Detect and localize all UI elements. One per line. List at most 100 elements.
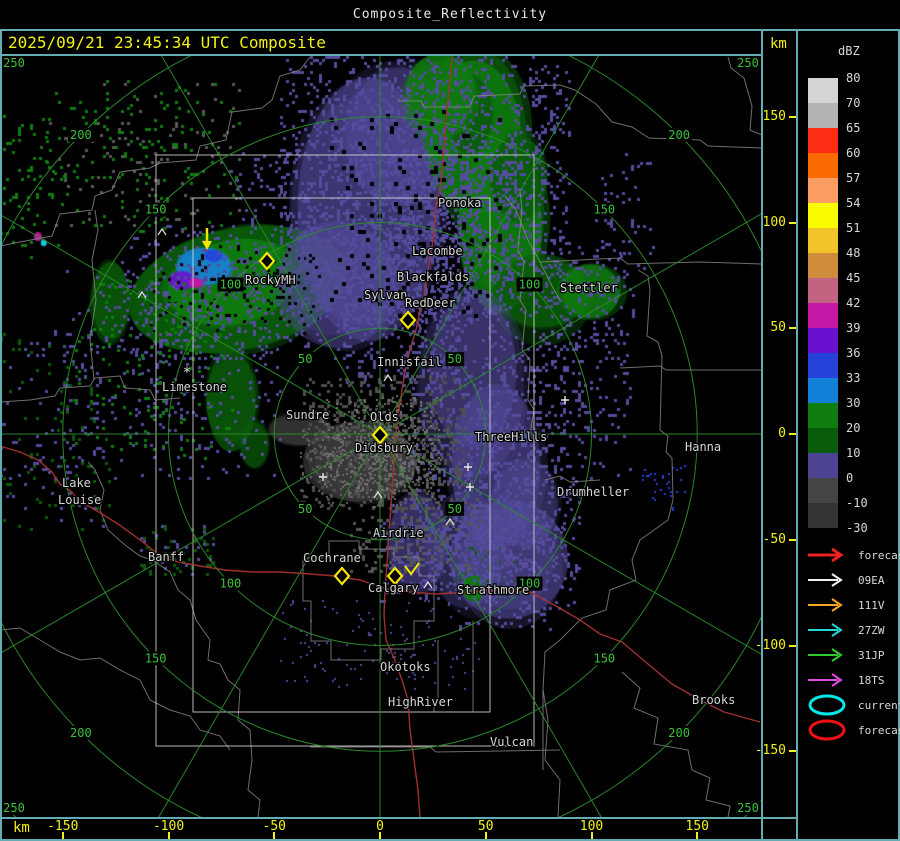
right-tick-mark — [789, 644, 796, 647]
city-label: Didsbury — [355, 441, 413, 455]
ring-distance-label: 250 — [3, 56, 25, 70]
city-label: Olds — [370, 410, 399, 424]
scale-swatch — [808, 428, 838, 453]
scale-value-label: 30 — [846, 396, 861, 410]
city-label: HighRiver — [388, 695, 453, 709]
site-diamond-marker[interactable] — [399, 310, 417, 330]
legend-item: 27ZW — [806, 620, 885, 640]
legend-item-label: 31JP — [858, 648, 885, 662]
ring-distance-label: 100 — [220, 577, 242, 591]
bottom-tick-mark — [590, 832, 593, 839]
right-axis-unit-label: km — [770, 36, 787, 52]
city-label: Limestone — [162, 380, 227, 394]
scale-swatch — [808, 78, 838, 103]
scale-swatch — [808, 403, 838, 428]
map-overlay-layer: 5050505010010010010015015015015020020020… — [0, 56, 762, 817]
city-label: Lacombe — [412, 244, 463, 258]
left-border — [0, 29, 2, 840]
city-label: Cochrane — [303, 551, 361, 565]
scale-swatch — [808, 203, 838, 228]
track-arrow-icon — [808, 573, 843, 587]
legend-item-label: 111V — [858, 598, 885, 612]
scale-swatch — [808, 303, 838, 328]
county-boundary-line — [539, 257, 762, 265]
ring-distance-label: 150 — [593, 651, 615, 665]
right-tick-label: -150 — [754, 743, 786, 759]
city-label: Stettler — [560, 281, 618, 295]
radar-map[interactable]: 50 50 50 50 100 100 100 100 150 150 150 150 200 200 20… — [0, 56, 762, 817]
legend-item: current — [806, 694, 900, 716]
bottom-axis-unit-label: km — [13, 820, 30, 836]
scale-value-label: 33 — [846, 371, 861, 385]
site-diamond-marker[interactable] — [333, 566, 351, 586]
scale-swatch — [808, 503, 838, 528]
ring-distance-label: 250 — [737, 56, 759, 70]
storm-motion-arrowhead — [202, 241, 212, 250]
legend-item-label: 18TS — [858, 673, 885, 687]
bottom-tick-mark — [484, 832, 487, 839]
scale-value-label: 10 — [846, 446, 861, 460]
right-tick-label: 150 — [762, 108, 786, 124]
county-boundary-line — [89, 209, 99, 381]
right-tick-mark — [789, 538, 796, 541]
legend-item: forecast — [806, 545, 900, 565]
county-boundary-line — [542, 269, 674, 817]
ring-distance-label: 200 — [668, 726, 690, 740]
city-label: Lake — [62, 476, 91, 490]
county-boundary-line — [544, 475, 601, 483]
scale-swatch — [808, 178, 838, 203]
right-tick-label: -100 — [754, 637, 786, 653]
peak-caret-marker — [383, 373, 393, 382]
range-spoke — [379, 433, 762, 656]
right-tick-label: 0 — [778, 426, 786, 441]
scale-swatch — [808, 103, 838, 128]
bottom-tick-mark — [379, 832, 381, 839]
track-arrow-icon — [808, 648, 843, 662]
city-label: RockyMH — [245, 273, 296, 287]
ring-distance-label: 200 — [70, 726, 92, 740]
scale-swatch — [808, 478, 838, 503]
county-boundary-line — [0, 375, 181, 403]
check-marker — [404, 562, 420, 576]
right-tick-mark — [789, 221, 796, 224]
ring-distance-label: 250 — [3, 801, 25, 815]
county-boundary-line — [398, 84, 762, 149]
scale-value-label: 36 — [846, 346, 861, 360]
scale-value-label: -10 — [846, 496, 868, 510]
scale-value-label: 42 — [846, 296, 861, 310]
city-label: Brooks — [692, 693, 735, 707]
bottom-tick-mark — [167, 832, 170, 839]
scale-value-label: 45 — [846, 271, 861, 285]
scale-swatch — [808, 153, 838, 178]
ring-distance-label: 50 — [448, 352, 462, 366]
legend-item-label: 27ZW — [858, 623, 885, 637]
scale-swatch — [808, 378, 838, 403]
scale-value-label: 48 — [846, 246, 861, 260]
site-diamond-marker[interactable] — [258, 251, 276, 271]
track-arrow-icon — [808, 598, 843, 612]
scale-value-label: 51 — [846, 221, 861, 235]
right-tick-label: 50 — [770, 320, 786, 336]
ring-distance-label: 50 — [448, 502, 462, 516]
peak-caret-marker — [373, 490, 383, 499]
storm-ellipse-icon — [808, 694, 846, 716]
ring-distance-label: 150 — [145, 651, 167, 665]
title-divider — [0, 29, 900, 31]
town-plus-marker — [561, 396, 569, 404]
town-plus-marker — [319, 473, 327, 481]
county-boundary-line — [87, 461, 261, 817]
bottom-tick-mark — [61, 832, 64, 839]
bottom-tick-mark — [696, 832, 699, 839]
city-label: Ponoka — [438, 196, 481, 210]
scale-value-label: 0 — [846, 471, 854, 485]
scale-swatch — [808, 278, 838, 303]
scale-value-label: 80 — [846, 71, 861, 85]
city-label: Strathmore — [457, 583, 529, 597]
peak-caret-marker — [157, 227, 167, 236]
ring-distance-label: 150 — [593, 203, 615, 217]
scale-value-label: 20 — [846, 421, 861, 435]
scale-title: dBZ — [838, 44, 860, 58]
scale-value-label: 70 — [846, 96, 861, 110]
scale-swatch — [808, 453, 838, 478]
storm-ellipse-icon — [808, 719, 846, 741]
